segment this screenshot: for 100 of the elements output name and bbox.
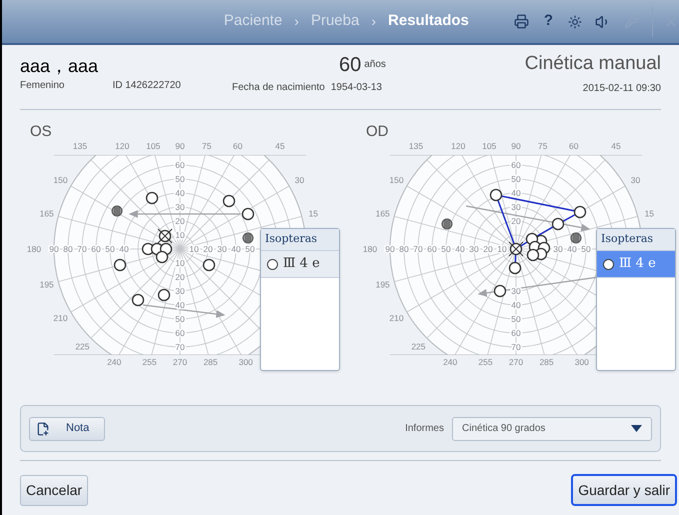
angle-label: 300	[238, 357, 253, 367]
breadcrumb-separator: ›	[294, 12, 299, 31]
angle-label: 105	[482, 141, 496, 151]
add-file-icon	[36, 422, 50, 436]
axis-label: 50	[175, 174, 185, 184]
axis-label: 20	[203, 244, 213, 254]
angle-label: 135	[72, 141, 88, 151]
test-point	[202, 258, 216, 272]
angle-label: 285	[539, 357, 554, 367]
angle-label: 15	[644, 208, 654, 218]
angle-label: 45	[275, 141, 285, 151]
axis-label: 60	[511, 328, 521, 338]
axis-label: 60	[91, 244, 101, 254]
test-point	[526, 248, 540, 262]
axis-label: 70	[511, 342, 521, 352]
dropdown-caret-icon	[631, 425, 642, 432]
fixation-point	[158, 228, 172, 244]
patient-sex: Femenino	[20, 79, 64, 93]
test-point	[146, 192, 158, 204]
panel-title: Isopteras	[601, 231, 654, 248]
birth-label: Fecha de nacimiento	[232, 81, 325, 95]
angle-label: 270	[172, 357, 188, 367]
axis-label: 50	[175, 314, 185, 324]
axis-label: 40	[567, 244, 577, 254]
isopter-label: Ⅲ 4 e	[619, 255, 656, 274]
angle-label: 105	[146, 141, 160, 151]
axis-label: 70	[77, 244, 87, 254]
axis-label: 50	[441, 244, 451, 254]
axis-label: 40	[231, 244, 241, 254]
axis-label: 30	[469, 244, 479, 254]
axis-label: 30	[175, 202, 185, 212]
axis-label: 10	[175, 230, 185, 240]
brightness-icon[interactable]	[568, 14, 582, 28]
axis-label: 40	[175, 188, 185, 198]
axis-label: 20	[511, 216, 521, 226]
test-point	[158, 288, 170, 302]
cancel-button[interactable]: Cancelar	[20, 474, 88, 506]
fixation-point	[508, 242, 524, 256]
angle-label: 120	[115, 141, 130, 151]
axis-label: 40	[511, 300, 521, 310]
angle-label: 150	[53, 175, 68, 185]
panel-title: Isopteras	[265, 231, 318, 248]
angle-label: 165	[376, 208, 390, 218]
angle-label: 60	[569, 141, 578, 151]
axis-label: 60	[511, 160, 521, 170]
angle-label: 255	[142, 357, 157, 367]
axis-label: 40	[455, 244, 465, 254]
axis-label: 20	[175, 216, 185, 226]
note-button[interactable]: Nota	[29, 416, 105, 440]
help-button[interactable]: ?	[542, 10, 555, 33]
test-point	[132, 294, 144, 306]
axis-label: 50	[581, 244, 591, 254]
axis-label: 10	[497, 244, 507, 254]
angle-label: 225	[411, 342, 426, 352]
axis-label: 60	[427, 244, 437, 254]
angle-label: 225	[75, 342, 90, 352]
isopter-label: Ⅲ 4 e	[283, 255, 320, 274]
age-value: 60	[339, 54, 362, 76]
patient-name: aaa，aaa	[20, 55, 100, 78]
axis-label: 90	[49, 244, 59, 254]
test-title: Cinética manual	[524, 52, 661, 76]
test-point	[490, 188, 502, 202]
axis-label: 50	[511, 174, 521, 184]
age-unit: años	[364, 58, 386, 72]
angle-label: 240	[443, 357, 458, 367]
angle-label: 255	[478, 357, 493, 367]
test-point	[574, 206, 586, 218]
angle-label: 240	[107, 357, 122, 367]
axis-label: 30	[511, 202, 521, 212]
angle-label: 90	[511, 141, 521, 151]
axis-label: 40	[511, 188, 521, 198]
reports-label: Informes	[405, 422, 444, 436]
axis-label: 50	[511, 314, 521, 324]
axis-label: 50	[245, 244, 255, 254]
test-point	[156, 250, 168, 264]
axis-label: 30	[511, 286, 521, 296]
angle-label: 45	[611, 141, 621, 151]
axis-label: 70	[175, 342, 185, 352]
axis-label: 40	[119, 244, 129, 254]
breadcrumb-separator: ›	[371, 12, 376, 31]
test-point	[552, 218, 564, 230]
test-point	[508, 262, 522, 274]
save-exit-button[interactable]: Guardar y salir	[571, 474, 677, 506]
angle-label: 75	[202, 141, 212, 151]
angle-label: 195	[40, 280, 54, 290]
axis-label: 60	[175, 160, 185, 170]
axis-label: 20	[175, 272, 185, 282]
print-icon[interactable]	[514, 14, 529, 29]
angle-label: 180	[26, 244, 42, 254]
axis-label: 80	[63, 244, 73, 254]
isopter-item[interactable]: Ⅲ 4 e	[261, 251, 339, 278]
angle-label: 165	[40, 208, 54, 218]
eye-label: OS	[30, 123, 52, 140]
angle-label: 90	[175, 141, 185, 151]
axis-label: 40	[175, 300, 185, 310]
reports-dropdown[interactable]: Cinética 90 grados	[452, 416, 652, 440]
birth-date: 1954-03-13	[330, 81, 382, 95]
angle-label: 30	[294, 175, 304, 185]
axis-label: 30	[217, 244, 227, 254]
axis-label: 10	[189, 244, 199, 254]
